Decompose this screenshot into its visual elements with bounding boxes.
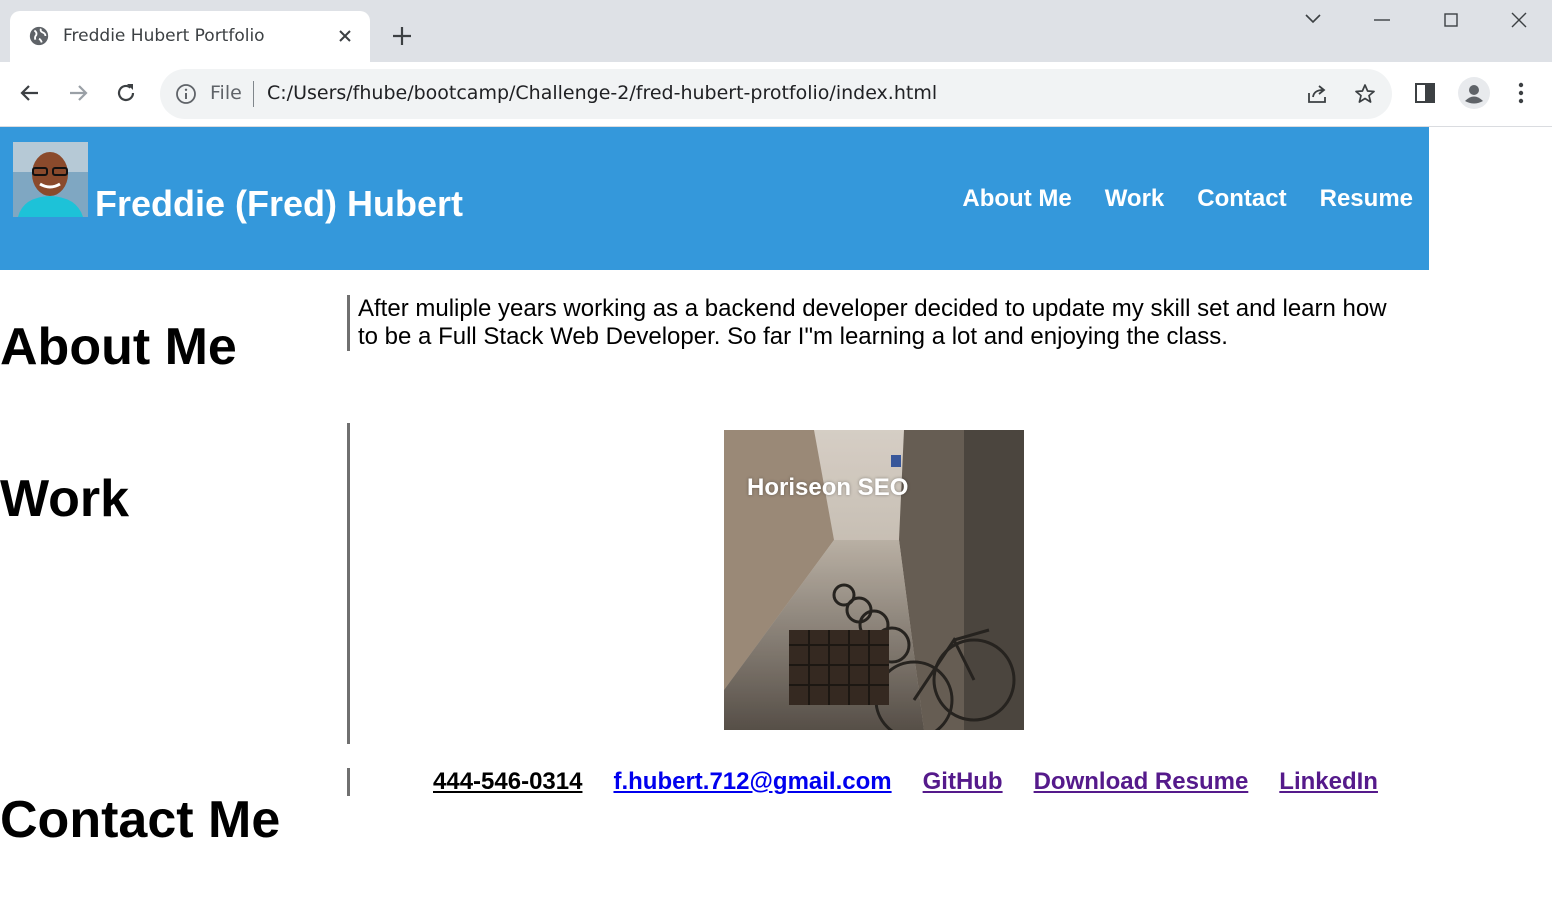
back-arrow-icon[interactable]	[17, 80, 43, 106]
work-heading: Work	[0, 470, 130, 528]
forward-arrow-icon[interactable]	[65, 80, 91, 106]
about-heading: About Me	[0, 318, 237, 376]
browser-tab[interactable]: Freddie Hubert Portfolio	[10, 11, 370, 62]
star-icon[interactable]	[1353, 82, 1377, 106]
nav-link-resume[interactable]: Resume	[1320, 185, 1413, 213]
phone-link[interactable]: 444-546-0314	[433, 768, 582, 796]
more-vert-icon[interactable]	[1508, 80, 1534, 106]
globe-icon	[29, 26, 49, 46]
plus-icon[interactable]	[390, 24, 414, 48]
linkedin-link[interactable]: LinkedIn	[1279, 768, 1378, 796]
maximize-icon[interactable]	[1436, 8, 1466, 32]
project-card[interactable]: Horiseon SEO	[724, 430, 1024, 730]
site-header: Freddie (Fred) Hubert About Me Work Cont…	[0, 127, 1429, 270]
info-icon[interactable]	[175, 83, 197, 105]
nav-link-contact[interactable]: Contact	[1197, 185, 1286, 213]
minimize-icon[interactable]	[1367, 8, 1397, 32]
contact-heading: Contact Me	[0, 791, 281, 849]
section-divider	[347, 768, 350, 796]
chevron-down-icon[interactable]	[1298, 8, 1328, 32]
browser-toolbar: File C:/Users/fhube/bootcamp/Challenge-2…	[0, 62, 1552, 127]
main-nav: About Me Work Contact Resume	[962, 185, 1413, 213]
email-link[interactable]: f.hubert.712@gmail.com	[613, 768, 891, 796]
close-window-icon[interactable]	[1504, 8, 1534, 32]
profile-icon[interactable]	[1458, 77, 1490, 109]
divider	[253, 81, 254, 107]
close-icon[interactable]	[335, 26, 355, 46]
section-divider	[347, 295, 350, 351]
url-scheme-label: File	[210, 82, 242, 104]
side-panel-icon[interactable]	[1412, 80, 1438, 106]
tab-title: Freddie Hubert Portfolio	[63, 26, 265, 46]
github-link[interactable]: GitHub	[923, 768, 1003, 796]
address-bar[interactable]: File C:/Users/fhube/bootcamp/Challenge-2…	[160, 69, 1392, 119]
about-text: After muliple years working as a backend…	[358, 295, 1387, 350]
url-text[interactable]: C:/Users/fhube/bootcamp/Challenge-2/fred…	[267, 82, 937, 104]
section-divider	[347, 423, 350, 744]
tab-strip: Freddie Hubert Portfolio	[0, 0, 1552, 62]
share-icon[interactable]	[1305, 82, 1329, 106]
nav-link-work[interactable]: Work	[1105, 185, 1165, 213]
avatar	[13, 142, 88, 217]
contact-links: 444-546-0314 f.hubert.712@gmail.com GitH…	[433, 768, 1378, 796]
page-viewport: Freddie (Fred) Hubert About Me Work Cont…	[0, 127, 1552, 924]
download-resume-link[interactable]: Download Resume	[1034, 768, 1249, 796]
nav-link-about[interactable]: About Me	[962, 185, 1071, 213]
reload-icon[interactable]	[113, 80, 139, 106]
site-title: Freddie (Fred) Hubert	[95, 183, 464, 224]
project-title: Horiseon SEO	[747, 474, 909, 501]
